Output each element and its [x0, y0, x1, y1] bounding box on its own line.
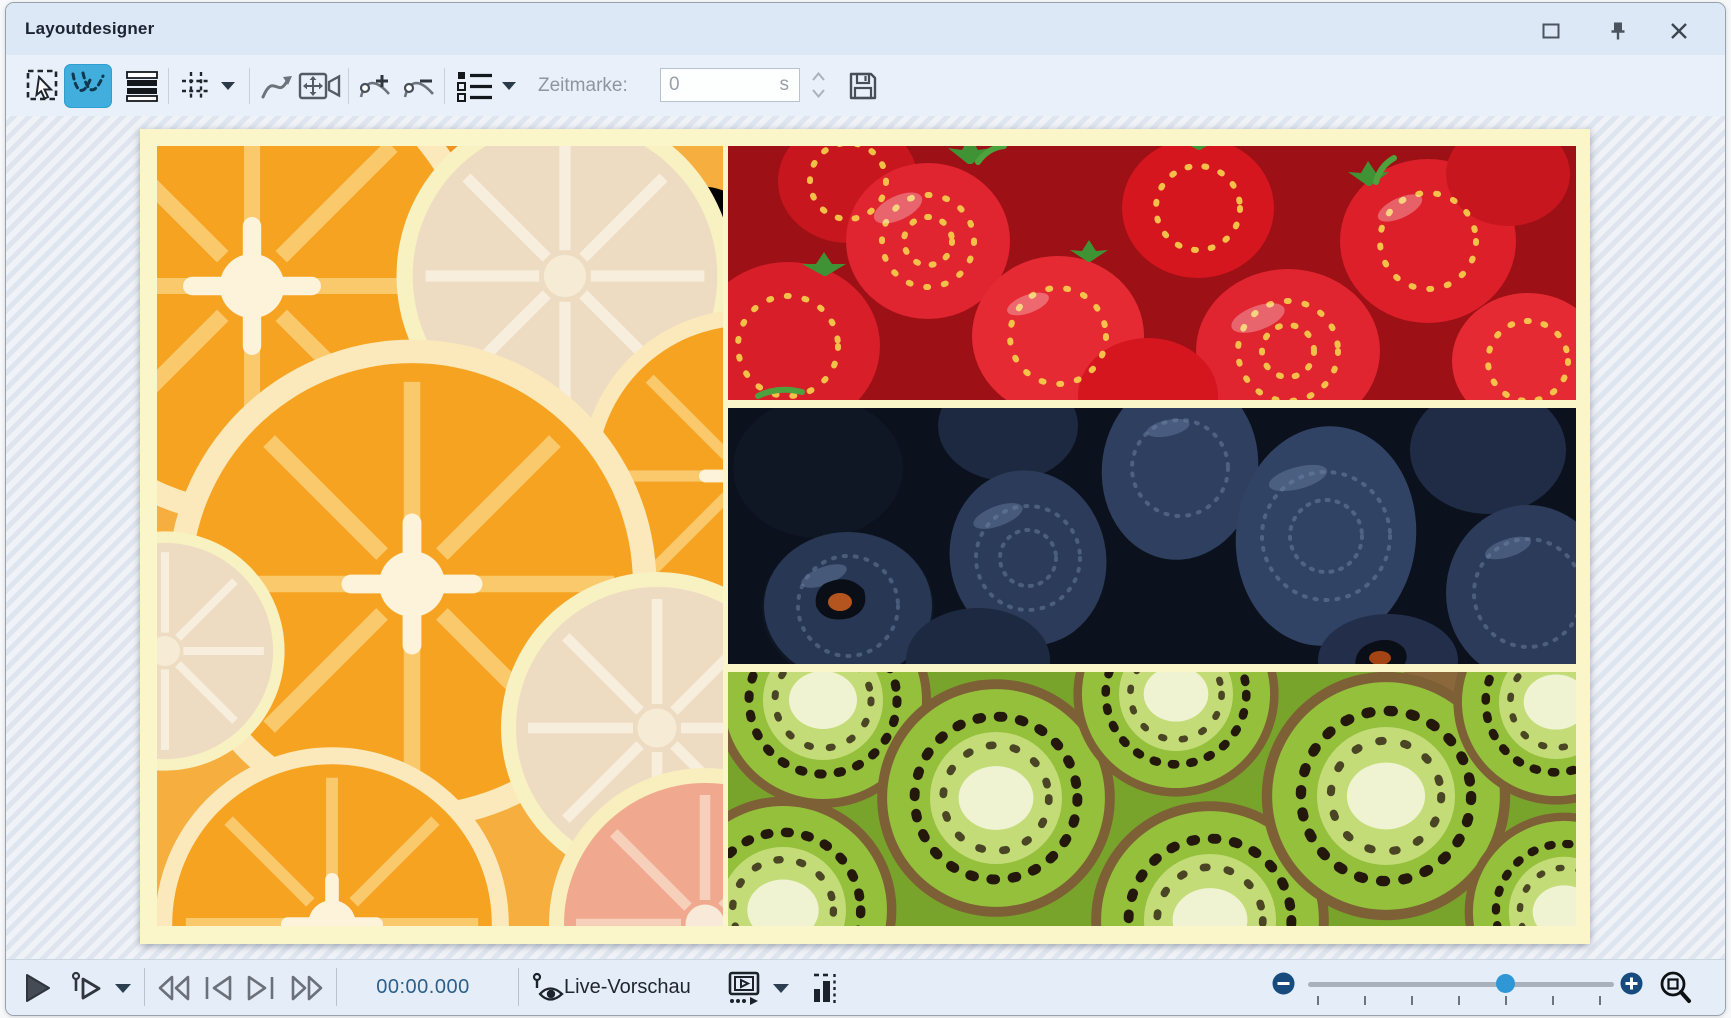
- pin-button[interactable]: [1601, 17, 1635, 45]
- timeline-stats-icon: [812, 971, 838, 1005]
- play-from-position-button[interactable]: [68, 970, 106, 1006]
- designer-toolbar: Zeitmarke: s: [6, 55, 1725, 117]
- motion-path-tool-button[interactable]: [64, 64, 112, 108]
- zoom-slider-thumb[interactable]: [1496, 974, 1515, 993]
- play-icon: [25, 973, 51, 1003]
- skip-to-start-button[interactable]: [199, 971, 237, 1005]
- slider-tick: [1505, 996, 1507, 1005]
- zoom-fit-button[interactable]: [1654, 968, 1698, 1008]
- timeline-stats-button[interactable]: [810, 969, 840, 1007]
- toolbar-separator: [444, 68, 445, 104]
- skip-to-end-icon: [245, 974, 277, 1002]
- designer-workspace: [6, 116, 1725, 960]
- layers-icon: [125, 70, 159, 102]
- layout-canvas[interactable]: [140, 129, 1590, 944]
- slider-tick: [1411, 996, 1413, 1005]
- transport-separator: [336, 968, 337, 1006]
- add-keyframe-button[interactable]: [354, 64, 396, 108]
- zeitmarke-label: Zeitmarke:: [538, 55, 628, 116]
- spinner-down-icon: [812, 89, 825, 98]
- rewind-icon: [156, 974, 192, 1002]
- zoom-in-icon: [1620, 972, 1643, 995]
- grid-button[interactable]: [176, 64, 216, 108]
- chevron-down-icon: [220, 81, 236, 91]
- slider-tick: [1364, 996, 1366, 1005]
- canvas-image-citrus[interactable]: [157, 146, 723, 926]
- timestamp-text: 00:00.000: [376, 976, 469, 999]
- keyframe-add-icon: [357, 70, 393, 102]
- chevron-down-icon: [114, 983, 132, 994]
- time-display: 00:00.000: [358, 960, 488, 1015]
- chevron-down-icon: [772, 983, 790, 994]
- close-button[interactable]: [1662, 17, 1696, 45]
- play-button[interactable]: [22, 972, 54, 1004]
- preview-options-dropdown[interactable]: [768, 978, 794, 998]
- pin-icon: [1608, 21, 1628, 41]
- fast-forward-icon: [289, 974, 325, 1002]
- toolbar-separator: [249, 68, 250, 104]
- curve-tool-icon: [71, 71, 105, 101]
- skip-to-start-icon: [202, 974, 234, 1002]
- slider-tick: [1458, 996, 1460, 1005]
- canvas-image-kiwis[interactable]: [728, 672, 1576, 926]
- save-icon: [847, 70, 879, 102]
- play-options-dropdown[interactable]: [110, 978, 136, 998]
- title-bar: Layoutdesigner: [6, 3, 1725, 55]
- slider-tick: [1552, 996, 1554, 1005]
- preview-window-icon: [725, 971, 763, 1005]
- smooth-curve-button[interactable]: [256, 64, 298, 108]
- zoom-out-button[interactable]: [1272, 972, 1295, 995]
- object-list-button[interactable]: [453, 64, 497, 108]
- keyframe-remove-icon: [401, 70, 437, 102]
- live-preview-eye-icon: [531, 972, 565, 1004]
- transport-bar: 00:00.000 Live-Vorschau: [6, 959, 1725, 1015]
- window-title: Layoutdesigner: [6, 19, 154, 39]
- grid-dropdown-button[interactable]: [214, 64, 242, 108]
- zoom-slider-track[interactable]: [1308, 982, 1614, 987]
- canvas-image-blueberries[interactable]: [728, 408, 1576, 664]
- zeitmarke-unit: s: [780, 74, 792, 96]
- zeitmarke-spinner[interactable]: [806, 69, 830, 101]
- object-list-dropdown-button[interactable]: [495, 64, 523, 108]
- play-from-position-icon: [71, 971, 103, 1005]
- maximize-icon: [1542, 23, 1560, 39]
- slider-tick: [1317, 996, 1319, 1005]
- select-tool-icon: [25, 68, 61, 104]
- zoom-out-icon: [1272, 972, 1295, 995]
- skip-to-end-button[interactable]: [242, 971, 280, 1005]
- preview-window-button[interactable]: [722, 969, 766, 1007]
- rewind-button[interactable]: [154, 971, 194, 1005]
- select-tool-button[interactable]: [21, 64, 65, 108]
- spinner-up-icon: [812, 72, 825, 81]
- live-preview-label: Live-Vorschau: [564, 960, 691, 1015]
- chevron-down-icon: [501, 81, 517, 91]
- camera-pan-icon: [298, 71, 342, 101]
- layers-button[interactable]: [120, 64, 164, 108]
- fast-forward-button[interactable]: [286, 971, 328, 1005]
- live-preview-toggle[interactable]: [529, 970, 567, 1006]
- slider-tick: [1599, 996, 1601, 1005]
- canvas-image-strawberries[interactable]: [728, 146, 1576, 400]
- layoutdesigner-window: Layoutdesigner: [5, 2, 1726, 1016]
- list-icon: [456, 70, 494, 102]
- s-curve-icon: [259, 70, 295, 102]
- kiwi-slices-picture: [728, 672, 1576, 926]
- zeitmarke-input[interactable]: [669, 74, 780, 96]
- strawberries-picture: [728, 146, 1576, 400]
- grid-icon: [180, 70, 212, 102]
- zoom-in-button[interactable]: [1620, 972, 1643, 995]
- toolbar-separator: [348, 68, 349, 104]
- zeitmarke-input-group: s: [660, 68, 800, 102]
- transport-separator: [518, 968, 519, 1006]
- close-icon: [1670, 22, 1688, 40]
- transport-separator: [144, 968, 145, 1006]
- blueberries-picture: [728, 408, 1576, 664]
- maximize-button[interactable]: [1534, 17, 1568, 45]
- toolbar-separator: [168, 68, 169, 104]
- camera-pan-button[interactable]: [296, 64, 344, 108]
- citrus-slices-picture: [157, 146, 723, 926]
- zoom-fit-icon: [1656, 969, 1696, 1007]
- remove-keyframe-button[interactable]: [398, 64, 440, 108]
- save-layout-button[interactable]: [842, 64, 884, 108]
